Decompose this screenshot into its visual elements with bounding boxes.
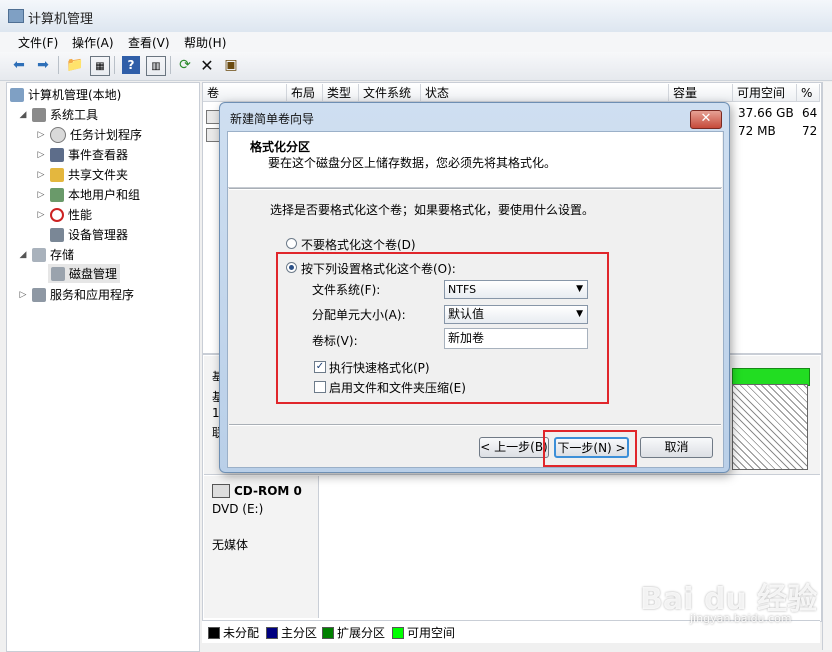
menu-help[interactable]: 帮助(H)	[184, 34, 226, 51]
radio-no-format[interactable]	[286, 238, 297, 249]
dialog-title: 新建简单卷向导	[230, 112, 315, 126]
performance-icon	[50, 207, 64, 222]
collapse-triangle-icon[interactable]: ◢	[18, 110, 28, 120]
users-icon	[50, 187, 64, 202]
actions-pane-edge	[822, 82, 832, 650]
column-header-filesystem[interactable]: 文件系统	[359, 84, 421, 102]
expand-triangle-icon[interactable]: ▷	[36, 190, 46, 200]
percent-cell: 64	[802, 106, 818, 120]
close-icon[interactable]: ✕	[690, 110, 722, 129]
console-tree-icon[interactable]: ▦	[90, 56, 110, 76]
tree-shared-folders[interactable]: ▷ 共享文件夹	[36, 166, 128, 183]
refresh-icon[interactable]: ⟳	[176, 56, 194, 74]
instruction-text: 选择是否要格式化这个卷；如果要格式化，要使用什么设置。	[270, 203, 595, 217]
services-icon	[32, 287, 46, 302]
percent-cell: 72	[802, 124, 818, 138]
legend-swatch	[208, 626, 220, 639]
column-header-percent[interactable]: %	[797, 84, 820, 102]
legend-primary: 主分区	[266, 624, 317, 641]
tree-device-manager[interactable]: 设备管理器	[50, 226, 128, 243]
cdrom-title: CD-ROM 0	[234, 484, 302, 498]
disk-management-icon	[51, 266, 65, 281]
free-space-cell: 37.66 GB	[738, 106, 794, 120]
computer-icon	[10, 87, 24, 102]
watermark-url: jingyan.baidu.com	[690, 612, 792, 625]
expand-triangle-icon[interactable]: ▷	[36, 150, 46, 160]
expand-triangle-icon[interactable]: ▷	[36, 170, 46, 180]
window-title: 计算机管理	[28, 12, 94, 27]
event-log-icon	[50, 147, 64, 162]
device-manager-icon	[50, 227, 64, 242]
menu-bar	[0, 32, 832, 52]
forward-arrow-icon[interactable]: ➡	[34, 56, 52, 74]
cdrom-icon	[212, 484, 230, 498]
cdrom-drive: DVD (E:)	[212, 502, 264, 516]
column-header-type[interactable]: 类型	[323, 84, 359, 102]
back-arrow-icon[interactable]: ⬅	[10, 56, 28, 74]
up-folder-icon[interactable]: 📁	[66, 56, 84, 74]
title-bar: 计算机管理	[0, 0, 832, 33]
storage-icon	[32, 247, 46, 262]
column-header-volume[interactable]: 卷	[203, 84, 287, 102]
expand-triangle-icon[interactable]: ▷	[36, 210, 46, 220]
expand-triangle-icon[interactable]: ▷	[36, 130, 46, 140]
header-subtitle: 要在这个磁盘分区上储存数据，您必须先将其格式化。	[268, 156, 557, 170]
menu-view[interactable]: 查看(V)	[128, 34, 170, 51]
cdrom-media: 无媒体	[212, 538, 249, 552]
tree-disk-management[interactable]: 磁盘管理	[48, 264, 121, 283]
column-header-capacity[interactable]: 容量	[669, 84, 733, 102]
shared-folder-icon	[50, 167, 64, 182]
tree-system-tools[interactable]: ◢ 系统工具	[18, 106, 98, 123]
radio-no-format-label[interactable]: 不要格式化这个卷(D)	[301, 236, 416, 253]
back-button[interactable]: < 上一步(B)	[479, 437, 549, 458]
legend-swatch	[392, 626, 404, 639]
tree-root[interactable]: 计算机管理(本地)	[10, 86, 121, 103]
legend-unallocated: 未分配	[208, 624, 259, 641]
tree-event-viewer[interactable]: ▷ 事件查看器	[36, 146, 128, 163]
clock-icon	[50, 126, 66, 143]
legend-extended: 扩展分区	[322, 624, 385, 641]
legend-swatch	[266, 626, 278, 639]
tree-storage[interactable]: ◢ 存储	[18, 246, 74, 263]
expand-triangle-icon[interactable]: ▷	[18, 290, 28, 300]
tools-icon	[32, 107, 46, 122]
help-icon[interactable]: ?	[122, 56, 140, 74]
annotation-highlight-options	[276, 252, 609, 404]
column-header-free[interactable]: 可用空间	[733, 84, 797, 102]
menu-file[interactable]: 文件(F)	[18, 34, 58, 51]
free-space-partition[interactable]	[732, 384, 808, 470]
action-pane-icon[interactable]: ▥	[146, 56, 166, 76]
tree-task-scheduler[interactable]: ▷ 任务计划程序	[36, 126, 142, 143]
menu-action[interactable]: 操作(A)	[72, 34, 114, 51]
tree-local-users[interactable]: ▷ 本地用户和组	[36, 186, 140, 203]
tree-services-apps[interactable]: ▷ 服务和应用程序	[18, 286, 134, 303]
collapse-triangle-icon[interactable]: ◢	[18, 250, 28, 260]
column-header-layout[interactable]: 布局	[287, 84, 323, 102]
legend-free: 可用空间	[392, 624, 455, 641]
free-space-cell: 72 MB	[738, 124, 776, 138]
delete-icon[interactable]: ✕	[198, 56, 216, 75]
computer-management-icon	[8, 9, 24, 23]
header-title: 格式化分区	[250, 140, 311, 154]
tree-performance[interactable]: ▷ 性能	[36, 206, 92, 223]
column-header-status[interactable]: 状态	[421, 84, 669, 102]
properties-icon[interactable]: ▣	[222, 56, 240, 74]
annotation-highlight-next	[543, 430, 637, 467]
legend-swatch	[322, 626, 334, 639]
cancel-button[interactable]: 取消	[640, 437, 713, 458]
